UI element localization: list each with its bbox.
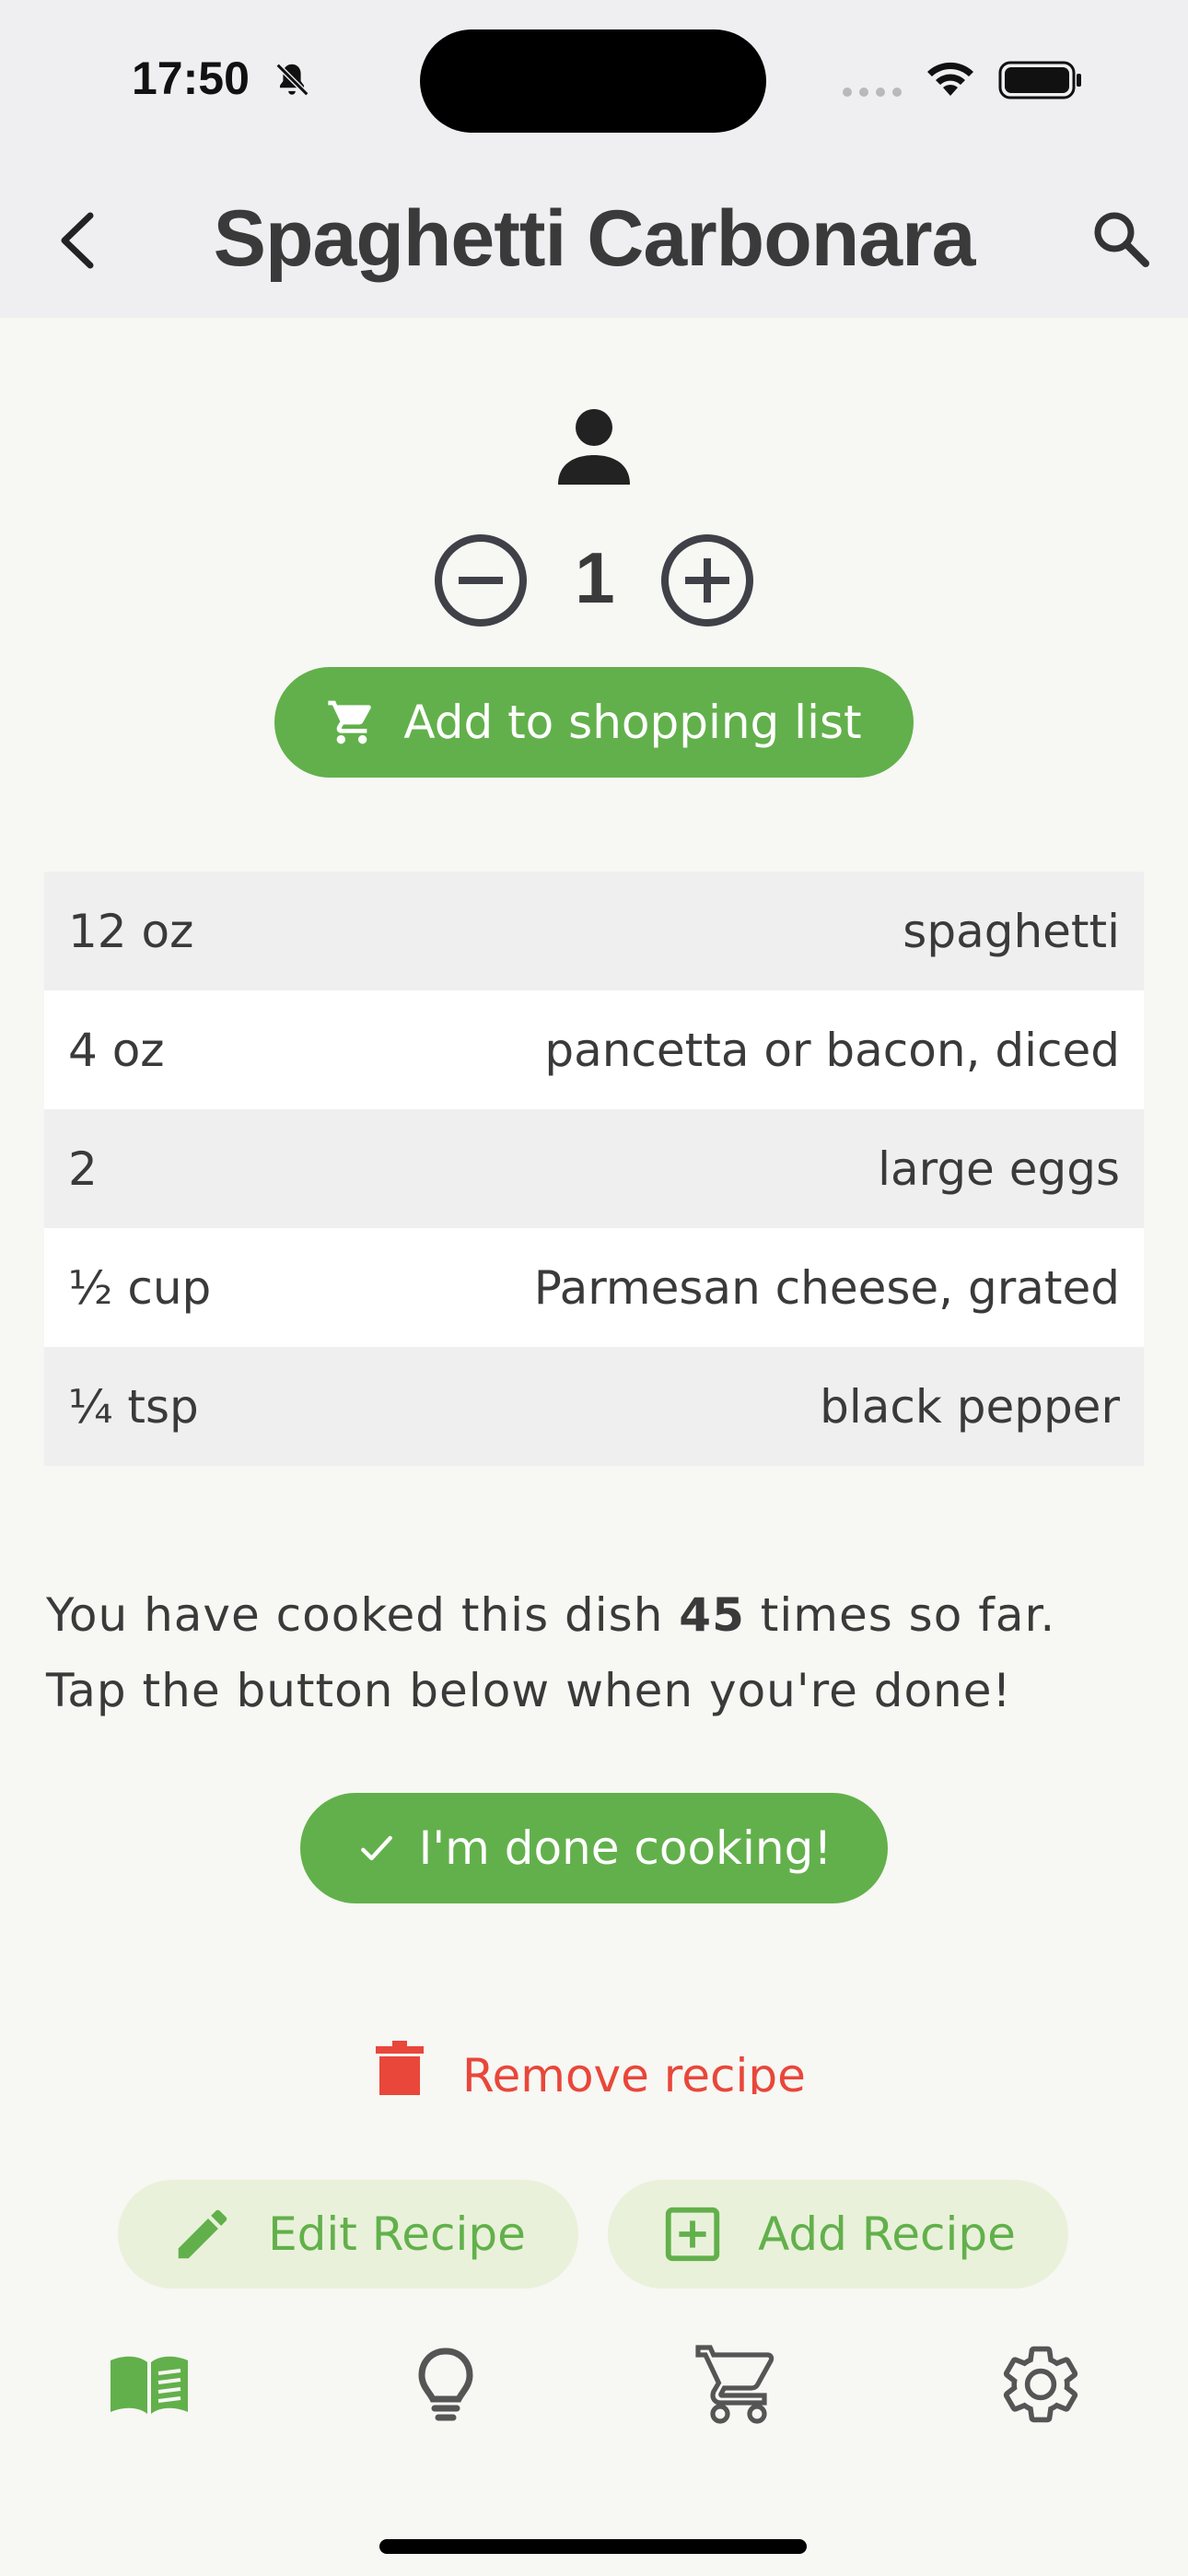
ingredient-name: Parmesan cheese, grated bbox=[533, 1260, 1120, 1315]
ingredient-amount: 12 oz bbox=[68, 904, 194, 958]
add-recipe-button[interactable]: Add Recipe bbox=[608, 2180, 1068, 2289]
battery-icon bbox=[998, 61, 1081, 100]
top-bar: 17:50 Spaghetti Carbonara bbox=[0, 0, 1188, 318]
check-icon bbox=[360, 1835, 392, 1861]
ingredients-table: 12 oz spaghetti 4 oz pancetta or bacon, … bbox=[44, 872, 1144, 1466]
nav-recipes[interactable] bbox=[103, 2338, 195, 2430]
servings-count: 1 bbox=[575, 537, 615, 618]
cooked-instruction: Tap the button below when you're done! bbox=[46, 1664, 1012, 1717]
ingredient-row: ½ cup Parmesan cheese, grated bbox=[44, 1228, 1144, 1347]
bottom-navigation bbox=[0, 2320, 1188, 2449]
add-recipe-label: Add Recipe bbox=[758, 2207, 1016, 2261]
ingredient-amount: 4 oz bbox=[68, 1023, 165, 1077]
cart-icon bbox=[328, 700, 372, 744]
pencil-icon bbox=[178, 2209, 227, 2259]
minus-circle-icon[interactable] bbox=[433, 533, 529, 628]
cooked-suffix: times so far. bbox=[744, 1588, 1056, 1642]
ingredient-amount: ½ cup bbox=[68, 1260, 212, 1315]
add-to-shopping-list-button[interactable]: Add to shopping list bbox=[274, 667, 914, 778]
ingredient-row: 12 oz spaghetti bbox=[44, 872, 1144, 990]
remove-recipe-button[interactable]: Remove recipe bbox=[372, 2023, 833, 2112]
ingredient-row: 2 large eggs bbox=[44, 1109, 1144, 1228]
person-icon bbox=[558, 409, 630, 485]
home-indicator bbox=[379, 2539, 807, 2554]
status-time: 17:50 bbox=[132, 53, 250, 104]
bell-slash-icon bbox=[275, 63, 309, 97]
signal-icon bbox=[843, 88, 902, 97]
plus-box-icon bbox=[665, 2207, 720, 2262]
cooked-prefix: You have cooked this dish bbox=[46, 1588, 680, 1642]
remove-recipe-label: Remove recipe bbox=[462, 2049, 806, 2094]
cooked-count: 45 bbox=[679, 1588, 745, 1642]
plus-circle-icon[interactable] bbox=[659, 533, 755, 628]
ingredient-row: 4 oz pancetta or bacon, diced bbox=[44, 990, 1144, 1109]
ingredient-name: large eggs bbox=[878, 1142, 1120, 1196]
cart-icon bbox=[695, 2345, 775, 2424]
dynamic-island bbox=[420, 29, 766, 133]
edit-recipe-label: Edit Recipe bbox=[268, 2207, 526, 2261]
add-to-shopping-list-label: Add to shopping list bbox=[403, 696, 862, 749]
gear-icon bbox=[1003, 2346, 1078, 2423]
ingredient-name: spaghetti bbox=[903, 904, 1120, 958]
done-cooking-button[interactable]: I'm done cooking! bbox=[300, 1793, 888, 1903]
book-icon bbox=[111, 2356, 188, 2414]
edit-recipe-button[interactable]: Edit Recipe bbox=[118, 2180, 578, 2289]
nav-settings[interactable] bbox=[995, 2338, 1087, 2430]
ingredient-name: pancetta or bacon, diced bbox=[544, 1023, 1120, 1077]
page-title: Spaghetti Carbonara bbox=[213, 194, 976, 283]
search-icon[interactable] bbox=[1090, 208, 1151, 269]
wifi-icon bbox=[927, 62, 973, 96]
ingredient-row: ¼ tsp black pepper bbox=[44, 1347, 1144, 1466]
ingredient-amount: 2 bbox=[68, 1142, 98, 1196]
ingredient-name: black pepper bbox=[820, 1379, 1120, 1434]
nav-shopping[interactable] bbox=[693, 2338, 785, 2430]
lightbulb-icon bbox=[418, 2348, 473, 2421]
trash-icon bbox=[376, 2041, 424, 2095]
nav-ideas[interactable] bbox=[400, 2338, 492, 2430]
cooked-count-text: You have cooked this dish 45 times so fa… bbox=[46, 1577, 1151, 1728]
done-cooking-label: I'm done cooking! bbox=[418, 1821, 833, 1875]
ingredient-amount: ¼ tsp bbox=[68, 1379, 199, 1434]
chevron-left-icon[interactable] bbox=[52, 208, 103, 273]
